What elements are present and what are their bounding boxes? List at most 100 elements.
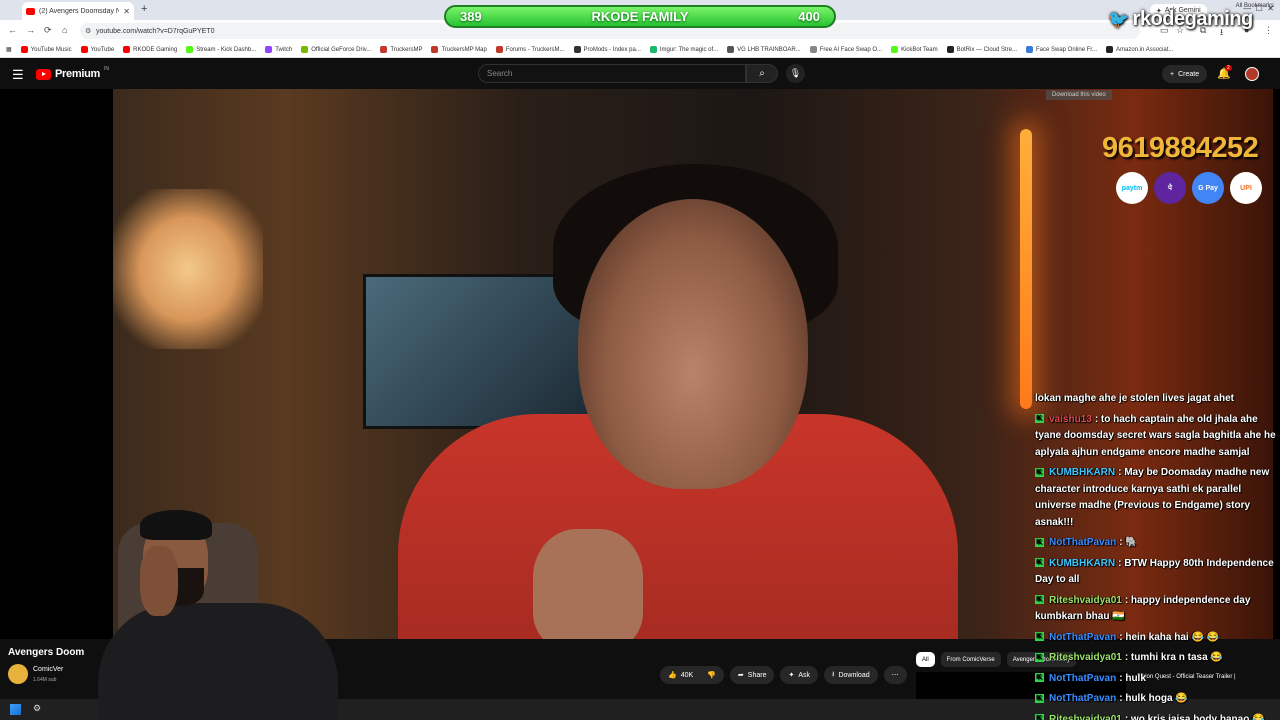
chat-message: lokan maghe ahe je stolen lives jagat ah…	[1035, 391, 1280, 408]
download-arrow-icon: ⭳	[832, 670, 835, 678]
bookmark-favicon-icon	[649, 46, 657, 53]
bookmark-favicon-icon	[301, 46, 309, 53]
new-tab-icon[interactable]: +	[141, 3, 147, 15]
home-icon[interactable]: ⌂	[62, 25, 67, 35]
like-button[interactable]: 👍 40K 👎	[660, 666, 724, 684]
bookmark-item[interactable]: YouTube	[80, 46, 115, 53]
youtube-play-icon	[36, 68, 51, 80]
chat-username: NotThatPavan	[1049, 693, 1117, 704]
bookmark-favicon-icon	[573, 46, 581, 53]
microphone-icon[interactable]: 🎙	[786, 64, 805, 83]
filter-chip[interactable]: All	[916, 652, 935, 667]
chat-text: : hulk hoga 😂	[1119, 693, 1188, 704]
payment-logo-icon: UPI	[1230, 172, 1262, 204]
bookmark-label: KickBot Team	[901, 46, 938, 53]
forward-icon[interactable]: →	[26, 25, 35, 35]
bookmark-item[interactable]: Twitch	[265, 46, 292, 53]
site-info-icon[interactable]: ⚙	[85, 27, 91, 35]
filter-chip[interactable]: From ComicVerse	[940, 652, 1001, 667]
goal-current: 389	[460, 9, 482, 24]
chat-username: KUMBHKARN	[1049, 557, 1116, 569]
bookmark-item[interactable]: TruckersMP	[380, 46, 422, 53]
close-tab-icon[interactable]: ✕	[123, 7, 130, 16]
bookmark-label: Twitch	[275, 46, 293, 53]
youtube-premium-logo[interactable]: Premium IN	[36, 66, 109, 80]
bookmark-favicon-icon	[1106, 46, 1114, 53]
create-button[interactable]: + Create	[1162, 65, 1208, 83]
kick-badge-icon: K	[1035, 467, 1044, 477]
streamer-body	[98, 603, 338, 720]
payment-logo-icon: G Pay	[1192, 172, 1224, 204]
neon-light	[1020, 129, 1032, 409]
bookmark-item[interactable]: YouTube Music	[20, 46, 72, 53]
chat-text: : 🐘	[1119, 537, 1138, 548]
settings-gear-icon[interactable]: ⚙	[33, 703, 41, 714]
payment-logo-icon: पे	[1154, 172, 1186, 204]
bookmark-favicon-icon	[380, 46, 388, 53]
bookmark-item[interactable]: KickBot Team	[891, 46, 938, 53]
bookmark-item[interactable]: Official GeForce Driv...	[301, 46, 371, 53]
channel-avatar[interactable]	[8, 664, 28, 684]
chat-text: : wo kris jaisa body banao 😂	[1124, 713, 1265, 720]
ask-label: Ask	[798, 671, 811, 679]
youtube-header: ☰ Premium IN Search ⌕ 🎙 + Create 🔔 2	[0, 59, 1280, 89]
browser-tab[interactable]: (2) Avengers Doomsday Ne ✕	[22, 2, 134, 20]
share-label: Share	[747, 671, 767, 679]
ask-button[interactable]: ✦ Ask	[780, 666, 819, 684]
download-label: Download	[838, 671, 870, 679]
bookmark-label: Forums - TruckersM...	[505, 46, 565, 53]
kick-badge-icon: K	[1035, 652, 1044, 662]
bookmark-label: TruckersMP Map	[441, 46, 487, 53]
download-video-button[interactable]: Download this video	[1046, 90, 1112, 100]
chat-text: : hulk	[1119, 672, 1146, 684]
chat-message: K Riteshvaidya01: wo kris jaisa body bana…	[1035, 712, 1280, 720]
apps-icon[interactable]: ▦	[6, 46, 12, 53]
bookmark-label: YouTube	[90, 46, 115, 53]
search-input[interactable]: Search	[478, 64, 746, 83]
bookmark-label: Official GeForce Driv...	[311, 46, 372, 53]
streamer-webcam	[98, 508, 348, 720]
menu-hamburger-icon[interactable]: ☰	[12, 67, 24, 83]
windows-start-icon[interactable]	[10, 704, 21, 715]
bookmark-label: Imgur: The magic of...	[659, 46, 719, 53]
bookmark-item[interactable]: ProMods - Index pa...	[573, 46, 641, 53]
bookmark-label: Free AI Face Swap O...	[819, 46, 883, 53]
bookmark-item[interactable]: Imgur: The magic of...	[649, 46, 719, 53]
kick-badge-icon: K	[1035, 714, 1044, 720]
kick-badge-icon: K	[1035, 632, 1044, 642]
more-actions-icon[interactable]: ⋯	[883, 666, 907, 684]
dislike-icon[interactable]: 👎	[707, 671, 716, 679]
share-button[interactable]: ➦ Share	[729, 666, 775, 684]
goal-target: 400	[798, 9, 820, 24]
bookmark-item[interactable]: Stream - Kick Dashb...	[186, 46, 256, 53]
bookmark-item[interactable]: TruckersMP Map	[431, 46, 487, 53]
back-icon[interactable]: ←	[8, 25, 17, 35]
bookmark-item[interactable]: Amazon.in Associat...	[1106, 46, 1173, 53]
chat-username: NotThatPavan	[1049, 672, 1117, 684]
youtube-favicon-icon	[26, 7, 35, 15]
bookmark-favicon-icon	[891, 46, 899, 53]
account-avatar[interactable]	[1245, 67, 1259, 81]
create-label: Create	[1178, 70, 1200, 78]
bookmark-item[interactable]: Face Swap Online Fr...	[1026, 46, 1097, 53]
download-button[interactable]: ⭳ Download	[824, 666, 878, 684]
chat-message: K NotThatPavan: 🐘	[1035, 535, 1280, 552]
kick-badge-icon: K	[1035, 673, 1044, 683]
channel-name[interactable]: ComicVer	[33, 666, 63, 673]
url-text: youtube.com/watch?v=D7rqGuPYET0	[96, 27, 215, 35]
bookmark-item[interactable]: Forums - TruckersM...	[495, 46, 565, 53]
bookmark-item[interactable]: BotRix — Cloud Stre...	[946, 46, 1017, 53]
reload-icon[interactable]: ⟳	[44, 25, 52, 36]
kick-badge-icon: K	[1035, 537, 1044, 547]
bookmark-item[interactable]: RKODE Gaming	[123, 46, 177, 53]
chat-text: lokan maghe ahe je stolen lives jagat ah…	[1035, 393, 1234, 404]
notification-badge: 2	[1225, 65, 1232, 71]
search-icon[interactable]: ⌕	[746, 64, 778, 83]
bookmark-item[interactable]: VG LHB TRAINBOAR...	[727, 46, 801, 53]
twitter-overlay: 🐦 rkodegaming	[1108, 8, 1253, 31]
bookmark-favicon-icon	[265, 46, 273, 53]
menu-kebab-icon[interactable]: ⋮	[1264, 25, 1273, 36]
chat-username: Riteshvaidya01	[1049, 652, 1122, 663]
bookmark-item[interactable]: Free AI Face Swap O...	[809, 46, 883, 53]
presenter-hand	[533, 529, 643, 639]
